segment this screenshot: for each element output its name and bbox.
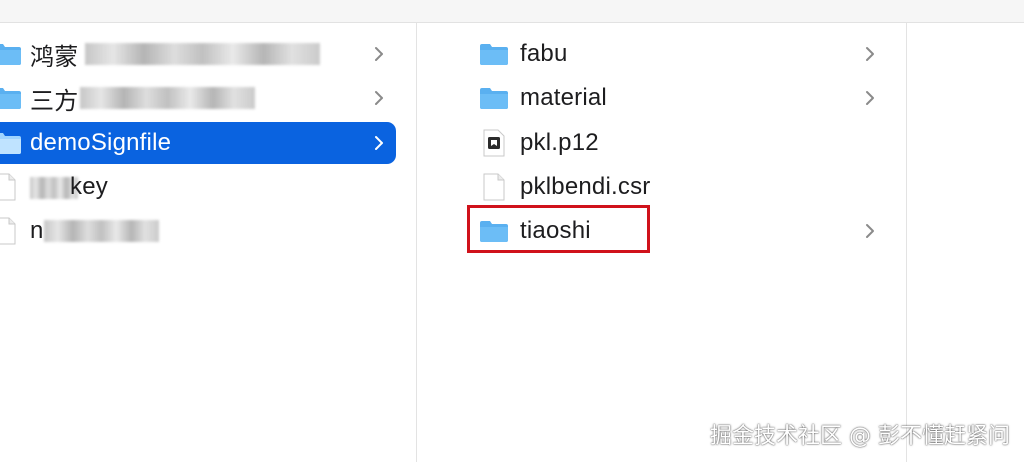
list-item-folder[interactable]: 鸿蒙 <box>0 33 396 75</box>
item-label: material <box>520 84 607 111</box>
item-label: pkl.p12 <box>520 129 599 156</box>
window-top-bar <box>0 0 1024 23</box>
chevron-right-icon <box>375 47 383 61</box>
document-icon <box>483 173 505 201</box>
list-item-folder[interactable]: 三方 <box>0 77 396 119</box>
list-item-folder[interactable]: fabu <box>417 33 906 75</box>
annotation-highlight-box <box>467 205 650 253</box>
item-label: pklbendi.csr <box>520 173 651 200</box>
folder-icon <box>0 44 21 65</box>
finder-column-parent[interactable]: 鸿蒙 三方 demoSignfile key n <box>0 23 417 462</box>
item-label: fabu <box>520 40 568 67</box>
chevron-right-icon <box>375 91 383 105</box>
item-label: demoSignfile <box>30 129 172 156</box>
certificate-file-icon <box>483 129 505 157</box>
finder-column-empty[interactable] <box>907 23 1024 462</box>
folder-icon <box>480 88 508 109</box>
folder-icon <box>0 88 21 109</box>
chevron-right-icon <box>866 47 874 61</box>
item-label: 鸿蒙 <box>30 43 79 71</box>
list-item-file[interactable]: pklbendi.csr <box>417 166 906 208</box>
chevron-right-icon <box>375 136 383 150</box>
document-icon <box>0 173 16 201</box>
item-label: n <box>30 217 44 244</box>
watermark: 掘金技术社区 @ 彭不懂赶紧问 <box>710 424 1010 449</box>
folder-icon <box>480 44 508 65</box>
list-item-folder[interactable]: material <box>417 77 906 119</box>
item-label: key <box>70 173 108 200</box>
list-item-file[interactable]: n <box>0 210 396 252</box>
list-item-file[interactable]: key <box>0 166 396 208</box>
redacted-text <box>85 43 320 65</box>
list-item-file[interactable]: pkl.p12 <box>417 122 906 164</box>
list-item-folder-selected[interactable]: demoSignfile <box>0 122 396 164</box>
folder-icon <box>0 133 21 154</box>
chevron-right-icon <box>866 224 874 238</box>
chevron-right-icon <box>866 91 874 105</box>
redacted-text <box>44 220 159 242</box>
document-icon <box>0 217 16 245</box>
item-label: 三方 <box>30 87 79 115</box>
redacted-text <box>80 87 255 109</box>
